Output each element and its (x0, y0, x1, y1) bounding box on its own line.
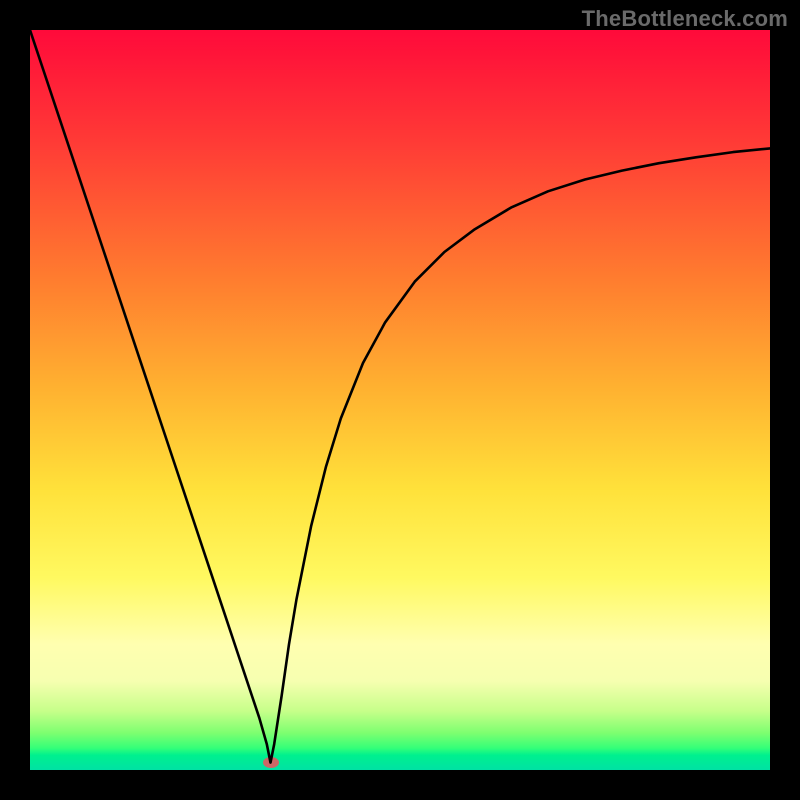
bottleneck-curve (30, 30, 770, 770)
chart-frame: TheBottleneck.com (0, 0, 800, 800)
plot-area (30, 30, 770, 770)
watermark-text: TheBottleneck.com (582, 6, 788, 32)
